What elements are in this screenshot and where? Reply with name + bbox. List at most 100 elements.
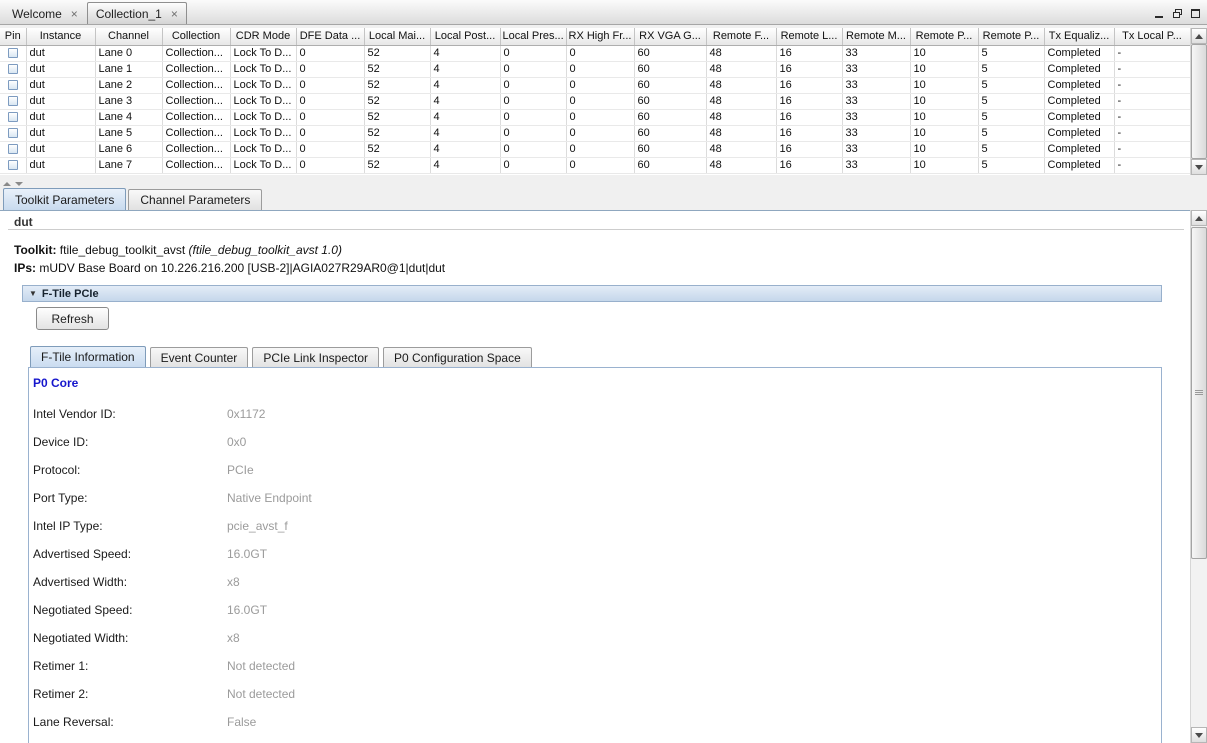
pin-cell[interactable] [0, 109, 26, 125]
cell-rx-high-freq: 0 [566, 157, 634, 173]
parameter-row: Lane Reversal: False [33, 708, 1161, 736]
cell-local-main: 52 [364, 45, 430, 61]
tab-ftile-information[interactable]: F-Tile Information [30, 346, 146, 367]
column-header-remote-f[interactable]: Remote F... [706, 28, 776, 45]
column-header-remote-l[interactable]: Remote L... [776, 28, 842, 45]
cell-tx-equalization: Completed [1044, 125, 1114, 141]
cell-tx-local-p: - [1114, 77, 1190, 93]
cell-remote-p2: 5 [978, 45, 1044, 61]
cell-remote-f: 48 [706, 61, 776, 77]
column-header-pin[interactable]: Pin [0, 28, 26, 45]
pin-checkbox[interactable] [8, 64, 18, 74]
scroll-up-button[interactable] [1191, 28, 1207, 44]
cell-local-post: 4 [430, 77, 500, 93]
cell-remote-m: 33 [842, 93, 910, 109]
cell-collection: Collection... [162, 157, 230, 173]
column-header-rx-high-freq[interactable]: RX High Fr... [566, 28, 634, 45]
cell-tx-local-p: - [1114, 157, 1190, 173]
pin-checkbox[interactable] [8, 144, 18, 154]
cell-instance: dut [26, 157, 95, 173]
sash-handle-icon[interactable] [3, 182, 11, 186]
pin-checkbox[interactable] [8, 80, 18, 90]
cell-local-pre: 0 [500, 141, 566, 157]
pin-cell[interactable] [0, 141, 26, 157]
pin-cell[interactable] [0, 125, 26, 141]
toolkit-parameters-panel: dut Toolkit: ftile_debug_toolkit_avst (f… [0, 210, 1190, 743]
scroll-down-button[interactable] [1191, 727, 1207, 743]
pin-cell[interactable] [0, 61, 26, 77]
scrollbar-thumb[interactable] [1191, 227, 1207, 559]
table-row[interactable]: dut Lane 7 Collection... Lock To D... 0 … [0, 157, 1190, 173]
tab-collection-1[interactable]: Collection_1 × [87, 2, 187, 24]
column-header-local-post[interactable]: Local Post... [430, 28, 500, 45]
pin-cell[interactable] [0, 157, 26, 173]
cell-rx-high-freq: 0 [566, 141, 634, 157]
arrow-up-icon [1195, 216, 1203, 221]
column-header-tx-equalization[interactable]: Tx Equaliz... [1044, 28, 1114, 45]
column-header-dfe-data[interactable]: DFE Data ... [296, 28, 364, 45]
column-header-local-main[interactable]: Local Mai... [364, 28, 430, 45]
cell-channel: Lane 0 [95, 45, 162, 61]
column-header-tx-local-p[interactable]: Tx Local P... [1114, 28, 1190, 45]
pin-checkbox[interactable] [8, 48, 18, 58]
column-header-instance[interactable]: Instance [26, 28, 95, 45]
maximize-icon[interactable] [1189, 7, 1202, 20]
table-row[interactable]: dut Lane 4 Collection... Lock To D... 0 … [0, 109, 1190, 125]
table-row[interactable]: dut Lane 6 Collection... Lock To D... 0 … [0, 141, 1190, 157]
column-header-cdr-mode[interactable]: CDR Mode [230, 28, 296, 45]
table-row[interactable]: dut Lane 2 Collection... Lock To D... 0 … [0, 77, 1190, 93]
pin-checkbox[interactable] [8, 128, 18, 138]
ftile-pcie-section-header[interactable]: ▼ F-Tile PCIe [22, 285, 1162, 302]
tab-pcie-link-inspector[interactable]: PCIe Link Inspector [252, 347, 379, 367]
refresh-button[interactable]: Refresh [36, 307, 109, 330]
pin-checkbox[interactable] [8, 112, 18, 122]
cell-tx-equalization: Completed [1044, 77, 1114, 93]
cell-remote-p1: 10 [910, 93, 978, 109]
restore-icon[interactable] [1171, 7, 1184, 20]
pin-checkbox[interactable] [8, 160, 18, 170]
column-header-local-pre[interactable]: Local Pres... [500, 28, 566, 45]
cell-channel: Lane 3 [95, 93, 162, 109]
cell-remote-l: 16 [776, 61, 842, 77]
cell-dfe-data: 0 [296, 45, 364, 61]
sash-handle-icon[interactable] [15, 182, 23, 186]
tab-p0-configuration-space[interactable]: P0 Configuration Space [383, 347, 532, 367]
cell-remote-m: 33 [842, 61, 910, 77]
horizontal-splitter[interactable] [0, 175, 1207, 188]
tab-toolkit-parameters[interactable]: Toolkit Parameters [3, 188, 126, 210]
pin-cell[interactable] [0, 77, 26, 93]
cell-cdr-mode: Lock To D... [230, 125, 296, 141]
close-icon[interactable]: × [71, 9, 78, 19]
scroll-down-button[interactable] [1191, 159, 1207, 175]
cell-remote-p1: 10 [910, 125, 978, 141]
table-row[interactable]: dut Lane 3 Collection... Lock To D... 0 … [0, 93, 1190, 109]
scroll-up-button[interactable] [1191, 210, 1207, 226]
table-row[interactable]: dut Lane 5 Collection... Lock To D... 0 … [0, 125, 1190, 141]
table-row[interactable]: dut Lane 1 Collection... Lock To D... 0 … [0, 61, 1190, 77]
column-header-channel[interactable]: Channel [95, 28, 162, 45]
collapse-arrow-icon[interactable]: ▼ [29, 290, 37, 298]
column-header-remote-m[interactable]: Remote M... [842, 28, 910, 45]
cell-rx-high-freq: 0 [566, 125, 634, 141]
column-header-collection[interactable]: Collection [162, 28, 230, 45]
cell-local-main: 52 [364, 157, 430, 173]
tab-welcome[interactable]: Welcome × [3, 2, 87, 24]
scrollbar-thumb[interactable] [1191, 44, 1207, 159]
panel-scrollbar[interactable] [1190, 210, 1207, 743]
table-scrollbar[interactable] [1190, 28, 1207, 175]
pin-cell[interactable] [0, 93, 26, 109]
close-icon[interactable]: × [171, 9, 178, 19]
minimize-icon[interactable] [1153, 7, 1166, 20]
column-header-rx-vga-gain[interactable]: RX VGA G... [634, 28, 706, 45]
pin-cell[interactable] [0, 45, 26, 61]
column-header-remote-p1[interactable]: Remote P... [910, 28, 978, 45]
parameter-label: Negotiated Speed: [33, 603, 227, 617]
tab-event-counter[interactable]: Event Counter [150, 347, 249, 367]
cell-remote-p2: 5 [978, 125, 1044, 141]
parameter-value: x8 [227, 575, 240, 589]
view-tab-bar: Toolkit Parameters Channel Parameters [0, 188, 1207, 210]
column-header-remote-p2[interactable]: Remote P... [978, 28, 1044, 45]
tab-channel-parameters[interactable]: Channel Parameters [128, 189, 262, 210]
pin-checkbox[interactable] [8, 96, 18, 106]
table-row[interactable]: dut Lane 0 Collection... Lock To D... 0 … [0, 45, 1190, 61]
